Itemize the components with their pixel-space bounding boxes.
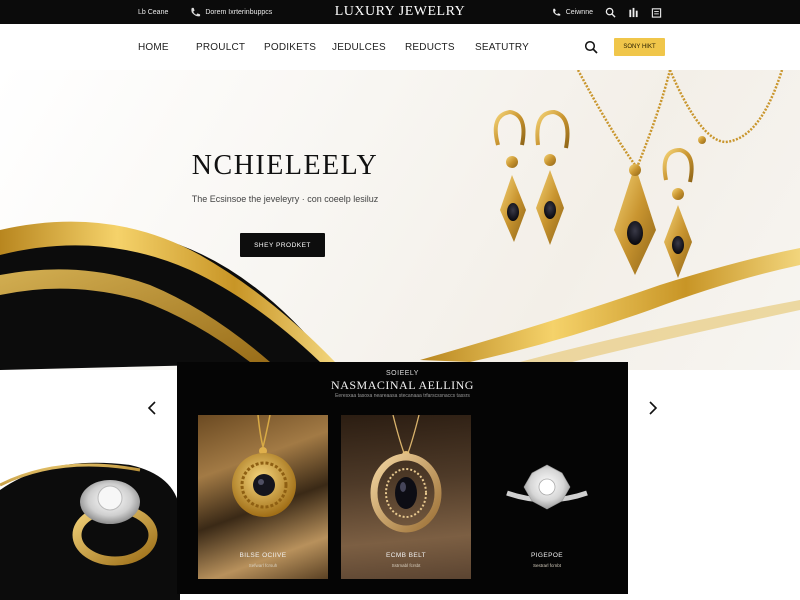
earrings-necklace-image [493,70,784,278]
top-bar: Lb Ceane Dorem Ixrterinbuppcs LUXURY JEW… [0,0,800,24]
main-nav: HOME PROULCT PODIKETS JEDULCES REDUCTS S… [0,24,800,70]
bag-icon[interactable] [628,7,639,18]
chevron-right-icon [649,401,658,415]
product-price: Sefwarl fcrsuh [248,563,278,568]
nav-jewelries[interactable]: JEDULCES [332,42,405,53]
brand-logo[interactable]: LUXURY JEWELRY [0,4,800,20]
contact-label: Ceiwnne [565,8,593,16]
hero-title: NCHIELEELY [191,150,379,181]
nav-links: HOME PROULCT PODIKETS JEDULCES REDUCTS S… [138,24,545,70]
hero-subtitle: The Ecsinsoe the jeveleyry · con coeelp … [191,194,379,204]
product-name: ECMB BELT [386,552,426,559]
product-name: BILSE OCIIVE [239,552,287,559]
featured-collection-panel: SOIEELY NASMACINAL AELLING Eeresxaa taso… [177,362,628,594]
collection-kicker: SOIEELY [386,370,419,377]
nav-search-icon[interactable] [584,40,598,54]
nav-security[interactable]: SEATUTRY [475,42,545,53]
search-icon[interactable] [605,7,616,18]
carousel-prev-button[interactable] [139,392,165,424]
product-card-ring[interactable]: PIGEPOE Sestrarl fcrnbt [482,415,612,579]
nav-reducts[interactable]: REDUCTS [405,42,475,53]
nav-cta-button[interactable]: SONY HIKT [614,38,665,56]
phone-icon [552,8,560,16]
nav-home[interactable]: HOME [138,42,196,53]
contact-link[interactable]: Ceiwnne [552,8,593,17]
collection-title: NASMACINAL AELLING [331,378,474,392]
hero-shop-button[interactable]: SHEY PRODKET [240,233,325,257]
product-card-pendant-gold[interactable]: BILSE OCIIVE Sefwarl fcrsuh [198,415,328,579]
user-icon[interactable] [651,7,662,18]
product-card-pendant-dark[interactable]: ECMB BELT Sstrnabl fcrsbt [341,415,471,579]
top-bar-right: Ceiwnne [552,0,662,24]
product-price: Sestrarl fcrnbt [532,563,561,568]
nav-products[interactable]: PODIKETS [264,42,332,53]
collection-description: Eeresxaa tasoxa neareaasa stecanaaa trfa… [335,393,470,399]
nav-product[interactable]: PROULCT [196,42,264,53]
chevron-left-icon [147,401,156,415]
hero-banner: NCHIELEELY The Ecsinsoe the jeveleyry · … [0,70,800,370]
page: Lb Ceane Dorem Ixrterinbuppcs LUXURY JEW… [0,0,800,600]
product-name: PIGEPOE [530,552,564,559]
product-price: Sstrnabl fcrsbt [391,563,421,568]
ring-image [0,462,180,600]
carousel-next-button[interactable] [640,392,666,424]
